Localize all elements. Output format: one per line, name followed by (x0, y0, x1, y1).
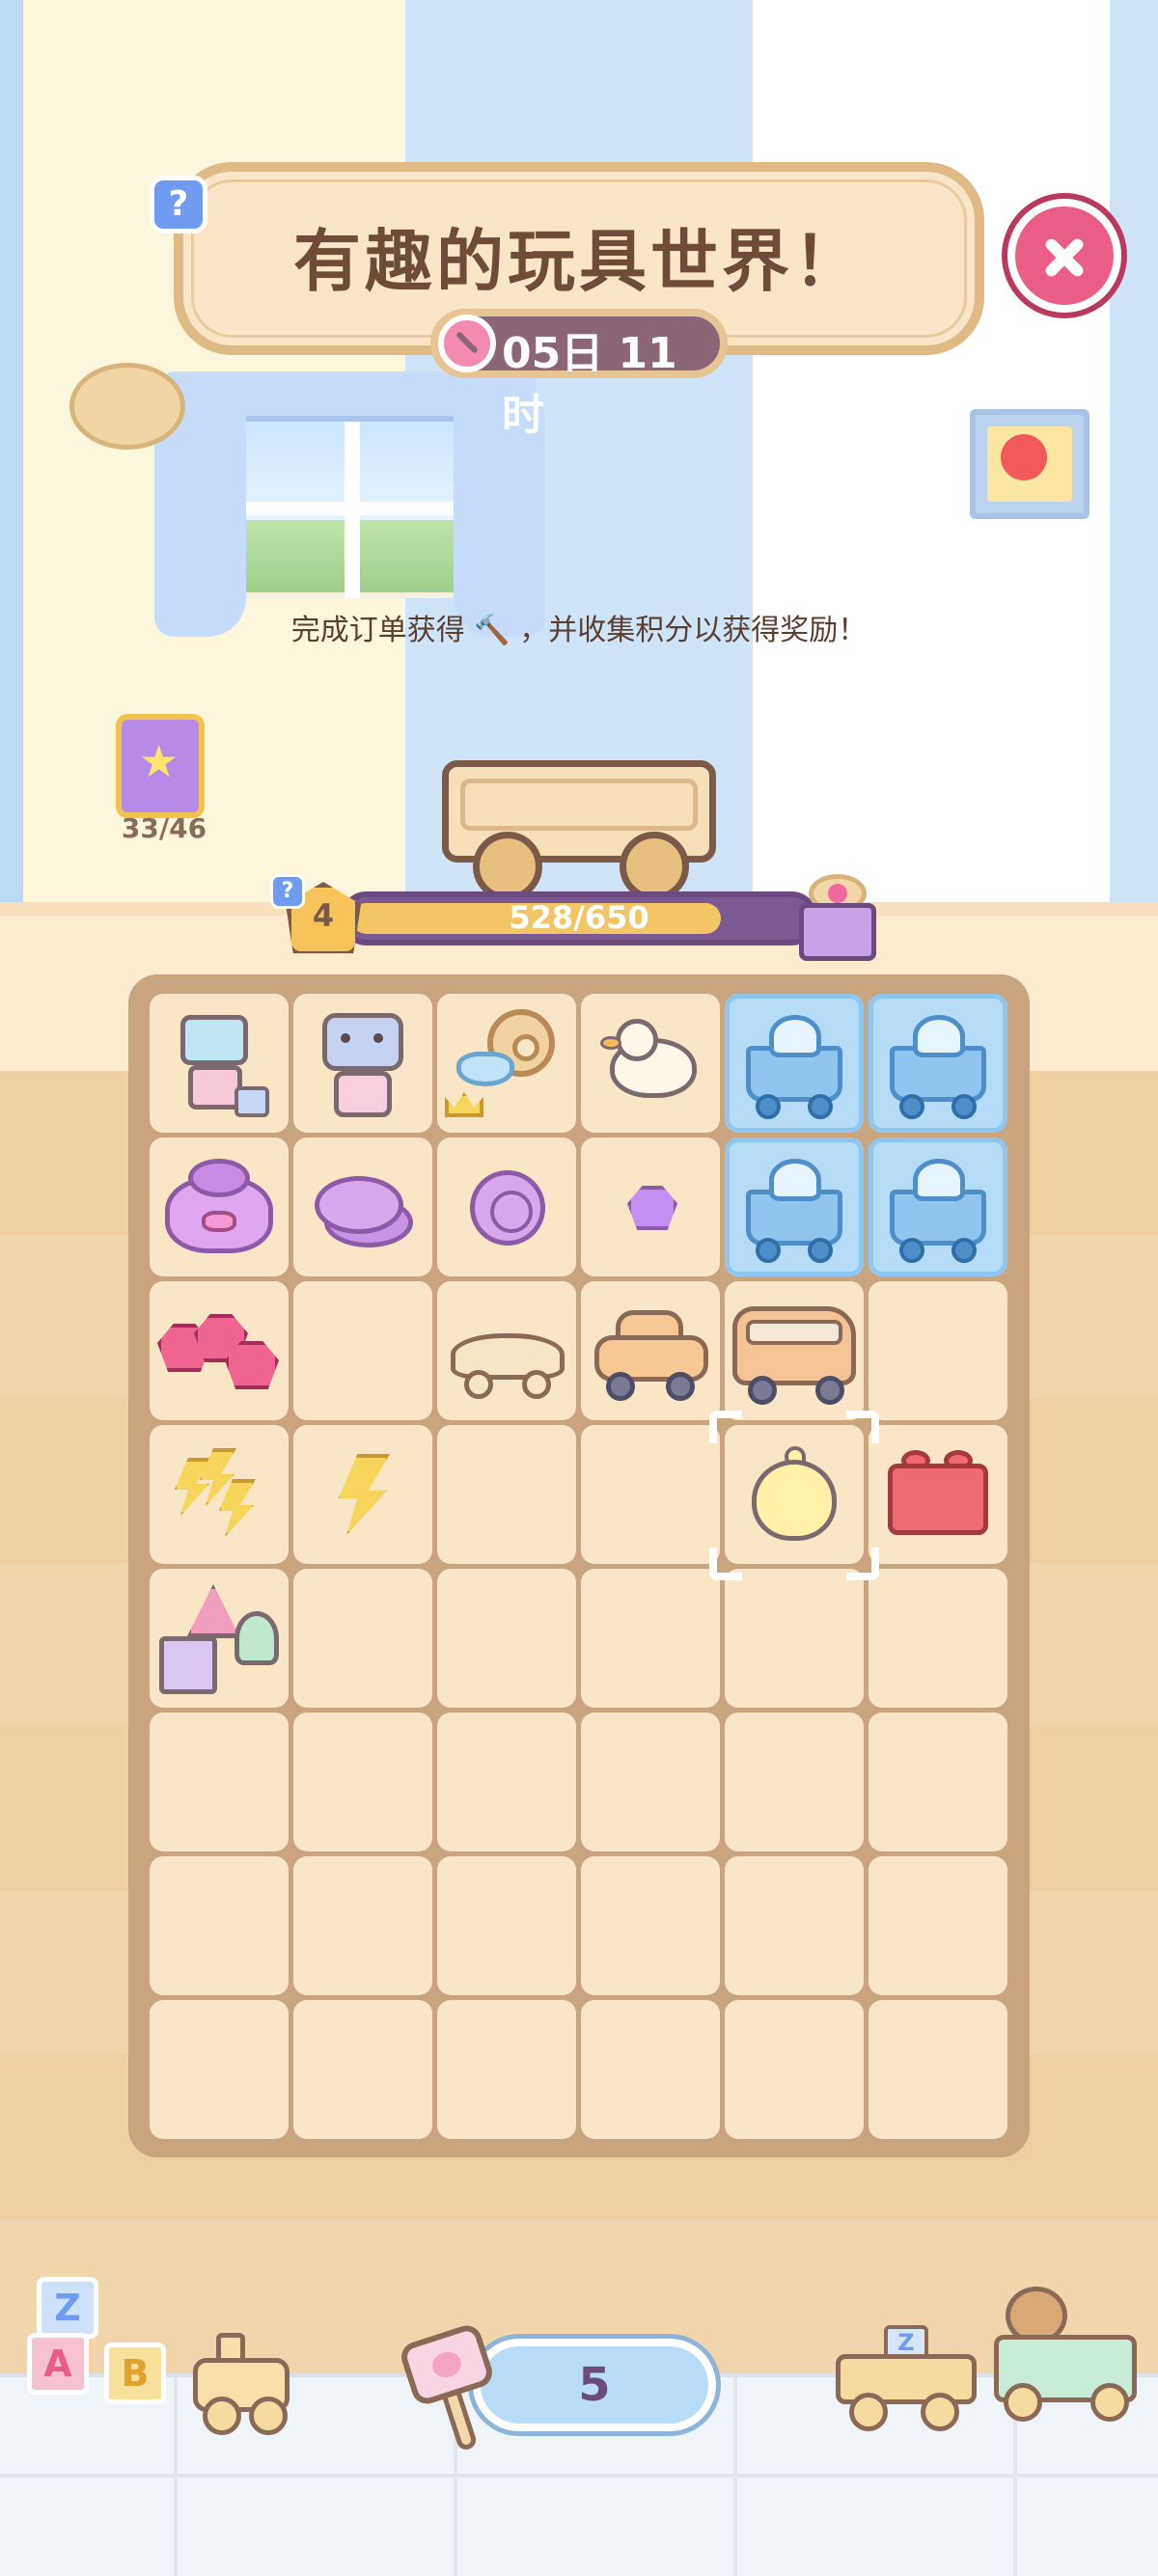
board-cell-r2-c2[interactable] (437, 1281, 576, 1420)
hammer-count: 5 (578, 2358, 611, 2412)
board-cell-r2-c4[interactable] (725, 1281, 864, 1420)
rubber-duck-icon[interactable] (581, 994, 720, 1133)
clock-icon (438, 315, 496, 372)
event-description: 完成订单获得 🔨 ，并收集积分以获得奖励！ (290, 614, 868, 647)
board-cell-r1-c4[interactable] (725, 1137, 864, 1276)
board-cell-r5-c5[interactable] (868, 1713, 1007, 1851)
board-cell-r1-c3[interactable] (581, 1137, 720, 1276)
board-cell-r5-c4[interactable] (725, 1713, 864, 1851)
board-cell-r5-c2[interactable] (437, 1713, 576, 1851)
board-cell-r2-c3[interactable] (581, 1281, 720, 1420)
robot-icon[interactable] (293, 994, 432, 1133)
star-book-icon[interactable] (116, 714, 205, 818)
board-cell-r7-c4[interactable] (725, 2000, 864, 2139)
board-cell-r2-c1[interactable] (293, 1281, 432, 1420)
board-cell-r7-c2[interactable] (437, 2000, 576, 2139)
level-help-icon[interactable]: ? (270, 874, 305, 909)
board-cell-r1-c1[interactable] (293, 1137, 432, 1276)
curtain-left (154, 405, 246, 637)
question-icon[interactable]: ? (150, 176, 207, 233)
board-cell-r1-c5[interactable] (868, 1137, 1007, 1276)
purse-icon[interactable] (150, 1137, 289, 1276)
board-cell-r1-c2[interactable] (437, 1137, 576, 1276)
board-cell-r2-c5[interactable] (868, 1281, 1007, 1420)
frozen-cart-icon[interactable] (725, 994, 864, 1133)
toy-block-a: A (27, 2333, 89, 2395)
toy-train-icon (193, 2333, 293, 2435)
collection-count: 33/46 (121, 812, 207, 844)
board-cell-r6-c5[interactable] (868, 1856, 1007, 1995)
board-cell-r6-c0[interactable] (150, 1856, 289, 1995)
board-cell-r4-c0[interactable] (150, 1569, 289, 1708)
board-cell-r6-c1[interactable] (293, 1856, 432, 1995)
toy-block-b: B (104, 2343, 166, 2404)
board-cell-r0-c5[interactable] (868, 994, 1007, 1133)
board-cell-r6-c3[interactable] (581, 1856, 720, 1995)
board-cell-r0-c3[interactable] (581, 994, 720, 1133)
merge-board (128, 974, 1030, 2157)
lego-brick-icon[interactable] (868, 1425, 1007, 1564)
toy-car-icon[interactable] (581, 1281, 720, 1420)
board-cell-r4-c3[interactable] (581, 1569, 720, 1708)
board-cell-r3-c3[interactable] (581, 1425, 720, 1564)
board-cell-r2-c0[interactable] (150, 1281, 289, 1420)
board-cell-r0-c0[interactable] (150, 994, 289, 1133)
toy-bus-icon[interactable] (725, 1281, 864, 1420)
selection-cursor (709, 1411, 879, 1580)
frozen-cart-icon[interactable] (725, 1137, 864, 1276)
teddy-bear-cart-icon (994, 2287, 1139, 2422)
coin-stack-icon[interactable] (293, 1137, 432, 1276)
board-cell-r3-c1[interactable] (293, 1425, 432, 1564)
toy-truck-icon: Z (836, 2325, 980, 2431)
close-button[interactable] (1007, 199, 1121, 313)
board-cell-r7-c5[interactable] (868, 2000, 1007, 2139)
board-cell-r5-c1[interactable] (293, 1713, 432, 1851)
board-cell-r5-c3[interactable] (581, 1713, 720, 1851)
board-cell-r3-c0[interactable] (150, 1425, 289, 1564)
lightning-bolts-icon[interactable] (150, 1425, 289, 1564)
board-cell-r4-c1[interactable] (293, 1569, 432, 1708)
frozen-cart-icon[interactable] (868, 1137, 1007, 1276)
board-cell-r6-c4[interactable] (725, 1856, 864, 1995)
toy-car-outline-icon[interactable] (437, 1281, 576, 1420)
board-cell-r3-c5[interactable] (868, 1425, 1007, 1564)
coin-icon[interactable] (437, 1137, 576, 1276)
board-cell-r4-c5[interactable] (868, 1569, 1007, 1708)
level-progress-text: 528/650 (509, 899, 649, 936)
gift-box-icon[interactable] (793, 868, 882, 965)
board-cell-r7-c3[interactable] (581, 2000, 720, 2139)
board-cell-r6-c2[interactable] (437, 1856, 576, 1995)
rubies-icon[interactable] (150, 1281, 289, 1420)
board-cell-r5-c0[interactable] (150, 1713, 289, 1851)
board-cell-r7-c1[interactable] (293, 2000, 432, 2139)
lightning-bolt-icon[interactable] (293, 1425, 432, 1564)
board-cell-r0-c4[interactable] (725, 994, 864, 1133)
apple-picture-icon (970, 409, 1089, 519)
board-cell-r4-c4[interactable] (725, 1569, 864, 1708)
board-cell-r0-c2[interactable] (437, 994, 576, 1133)
board-cell-r4-c2[interactable] (437, 1569, 576, 1708)
frozen-cart-icon[interactable] (868, 994, 1007, 1133)
wind-up-key-icon[interactable] (437, 994, 576, 1133)
timer-text: 05日 11时 (502, 329, 677, 440)
ceiling-fan-icon (69, 363, 185, 450)
board-cell-r3-c2[interactable] (437, 1425, 576, 1564)
robot-small-icon[interactable] (150, 994, 289, 1133)
toy-blocks-icon[interactable] (150, 1569, 289, 1708)
board-cell-r7-c0[interactable] (150, 2000, 289, 2139)
board-cell-r0-c1[interactable] (293, 994, 432, 1133)
gem-icon[interactable] (581, 1137, 720, 1276)
event-title: 有趣的玩具世界！ (293, 222, 865, 301)
board-cell-r1-c0[interactable] (150, 1137, 289, 1276)
toy-block-z: Z (37, 2277, 98, 2339)
